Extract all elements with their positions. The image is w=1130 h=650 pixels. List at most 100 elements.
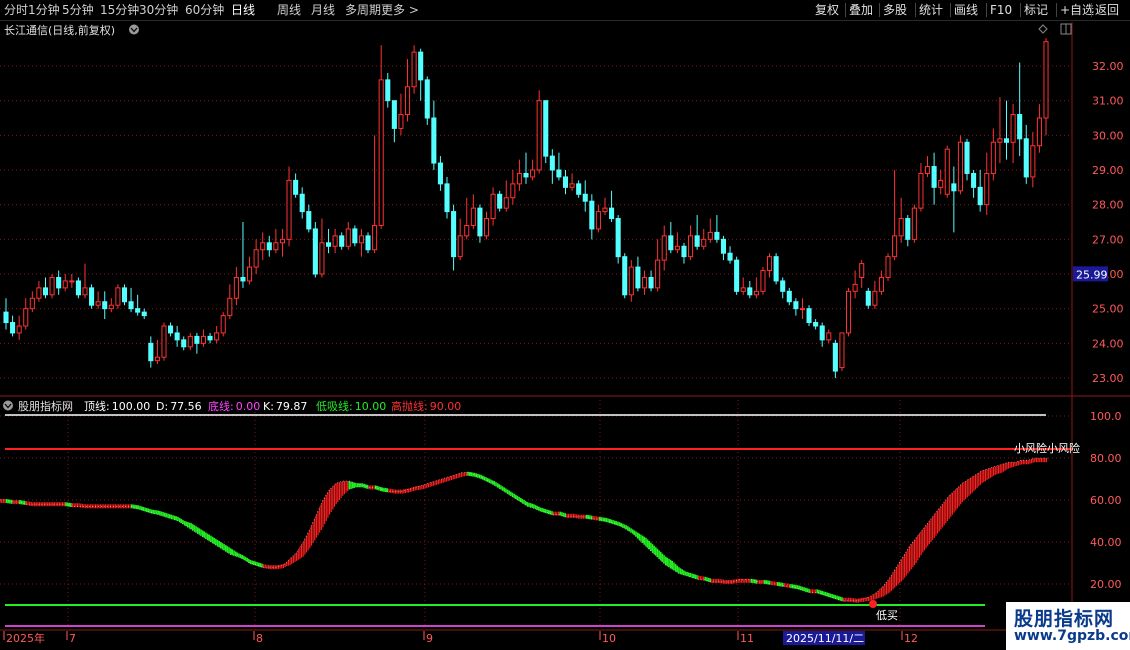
candle-body-down bbox=[1003, 138, 1010, 143]
candle-body-down bbox=[352, 228, 358, 244]
candle-body-down bbox=[312, 228, 318, 275]
indicator-tick-label: 40.00 bbox=[1090, 536, 1122, 549]
candle-body-up bbox=[799, 308, 805, 311]
candle-body-up bbox=[674, 245, 680, 251]
candle bbox=[951, 166, 957, 233]
title-dropdown-icon[interactable] bbox=[129, 24, 139, 35]
candle bbox=[668, 222, 674, 254]
price-tick-label: 29.00 bbox=[1092, 164, 1124, 177]
candle bbox=[411, 45, 417, 94]
candle bbox=[536, 90, 542, 174]
candle-body-down bbox=[813, 322, 819, 327]
candle bbox=[1010, 104, 1016, 164]
candle-body-up bbox=[655, 259, 661, 289]
candle-body-up bbox=[187, 335, 193, 348]
candle bbox=[707, 218, 713, 243]
candle bbox=[615, 215, 621, 264]
candle bbox=[885, 253, 891, 281]
price-tick-label: 31.00 bbox=[1092, 95, 1124, 108]
candle bbox=[365, 232, 371, 254]
candle-body-down bbox=[780, 280, 786, 292]
candle bbox=[977, 170, 983, 212]
candle bbox=[194, 332, 200, 354]
candle-body-up bbox=[767, 256, 773, 272]
candle bbox=[325, 228, 332, 254]
candle-body-down bbox=[681, 245, 687, 258]
indicator-param-label: D: bbox=[156, 400, 168, 413]
candle-body-down bbox=[865, 290, 871, 306]
candle-body-down bbox=[727, 252, 733, 261]
candle bbox=[168, 322, 174, 337]
candle-body-up bbox=[69, 280, 75, 283]
candle-body-down bbox=[240, 276, 246, 282]
candle-body-down bbox=[135, 308, 141, 313]
indicator-param-value: 100.00 bbox=[112, 400, 151, 413]
candle-body-up bbox=[911, 207, 917, 240]
candle-body-up bbox=[49, 276, 55, 296]
candle bbox=[233, 267, 239, 306]
candle-body-down bbox=[89, 287, 95, 306]
indicator-param-label: K: bbox=[263, 400, 274, 413]
candle-body-up bbox=[957, 141, 963, 192]
candle bbox=[431, 100, 437, 170]
candle-body-up bbox=[641, 276, 648, 289]
candle bbox=[595, 204, 601, 233]
price-grid bbox=[0, 65, 1072, 628]
candle-body-up bbox=[214, 332, 220, 341]
candle-body-up bbox=[108, 304, 114, 310]
candle-body-up bbox=[470, 207, 476, 226]
candle-body-down bbox=[194, 335, 200, 344]
candle-body-down bbox=[793, 301, 799, 310]
candle bbox=[398, 93, 404, 136]
candle bbox=[971, 170, 977, 198]
candle-body-up bbox=[938, 179, 944, 188]
candle bbox=[674, 232, 680, 254]
candle bbox=[832, 339, 838, 378]
candle-body-down bbox=[720, 238, 727, 254]
k-line bbox=[0, 457, 1048, 602]
candle-body-up bbox=[358, 235, 364, 244]
candle-body-up bbox=[273, 242, 279, 251]
candle-body-up bbox=[984, 172, 990, 206]
candle-body-down bbox=[293, 179, 299, 195]
candle bbox=[62, 274, 68, 292]
candle bbox=[523, 152, 529, 184]
candle bbox=[404, 59, 411, 122]
diamond-icon[interactable] bbox=[1038, 24, 1048, 34]
watermark: 股朋指标网 www.7gpzb.com bbox=[1006, 602, 1130, 650]
candle bbox=[852, 270, 858, 299]
indicator-dropdown-icon[interactable] bbox=[3, 400, 13, 411]
candle bbox=[345, 222, 351, 250]
candle-body-down bbox=[3, 311, 9, 324]
candle bbox=[3, 298, 9, 330]
candle-body-up bbox=[161, 325, 167, 358]
candle bbox=[872, 280, 878, 309]
candle-body-down bbox=[56, 276, 62, 289]
indicator-param-value: 77.56 bbox=[170, 400, 202, 413]
candle bbox=[279, 228, 285, 257]
candle bbox=[1017, 62, 1023, 157]
time-axis-label: 11 bbox=[740, 632, 754, 645]
candle bbox=[378, 45, 384, 229]
candle-body-up bbox=[516, 172, 522, 185]
candle-body-up bbox=[345, 228, 351, 247]
candle-body-up bbox=[740, 287, 746, 292]
candle-body-up bbox=[1030, 145, 1036, 178]
price-tick-label: 28.00 bbox=[1092, 199, 1124, 212]
candle bbox=[95, 291, 101, 309]
candle bbox=[681, 242, 687, 264]
candle bbox=[845, 287, 852, 337]
candle bbox=[859, 260, 865, 288]
candle bbox=[938, 170, 944, 195]
candle-body-down bbox=[451, 211, 457, 258]
candle-body-up bbox=[898, 218, 904, 237]
candle-body-up bbox=[286, 179, 292, 240]
candle-body-down bbox=[385, 79, 391, 102]
candle-body-down bbox=[444, 183, 450, 213]
candle-body-down bbox=[747, 287, 753, 296]
candle-body-up bbox=[483, 218, 490, 237]
candle-body-down bbox=[181, 339, 187, 348]
candle bbox=[898, 197, 904, 243]
candle bbox=[477, 204, 483, 243]
candle-body-up bbox=[23, 308, 29, 327]
